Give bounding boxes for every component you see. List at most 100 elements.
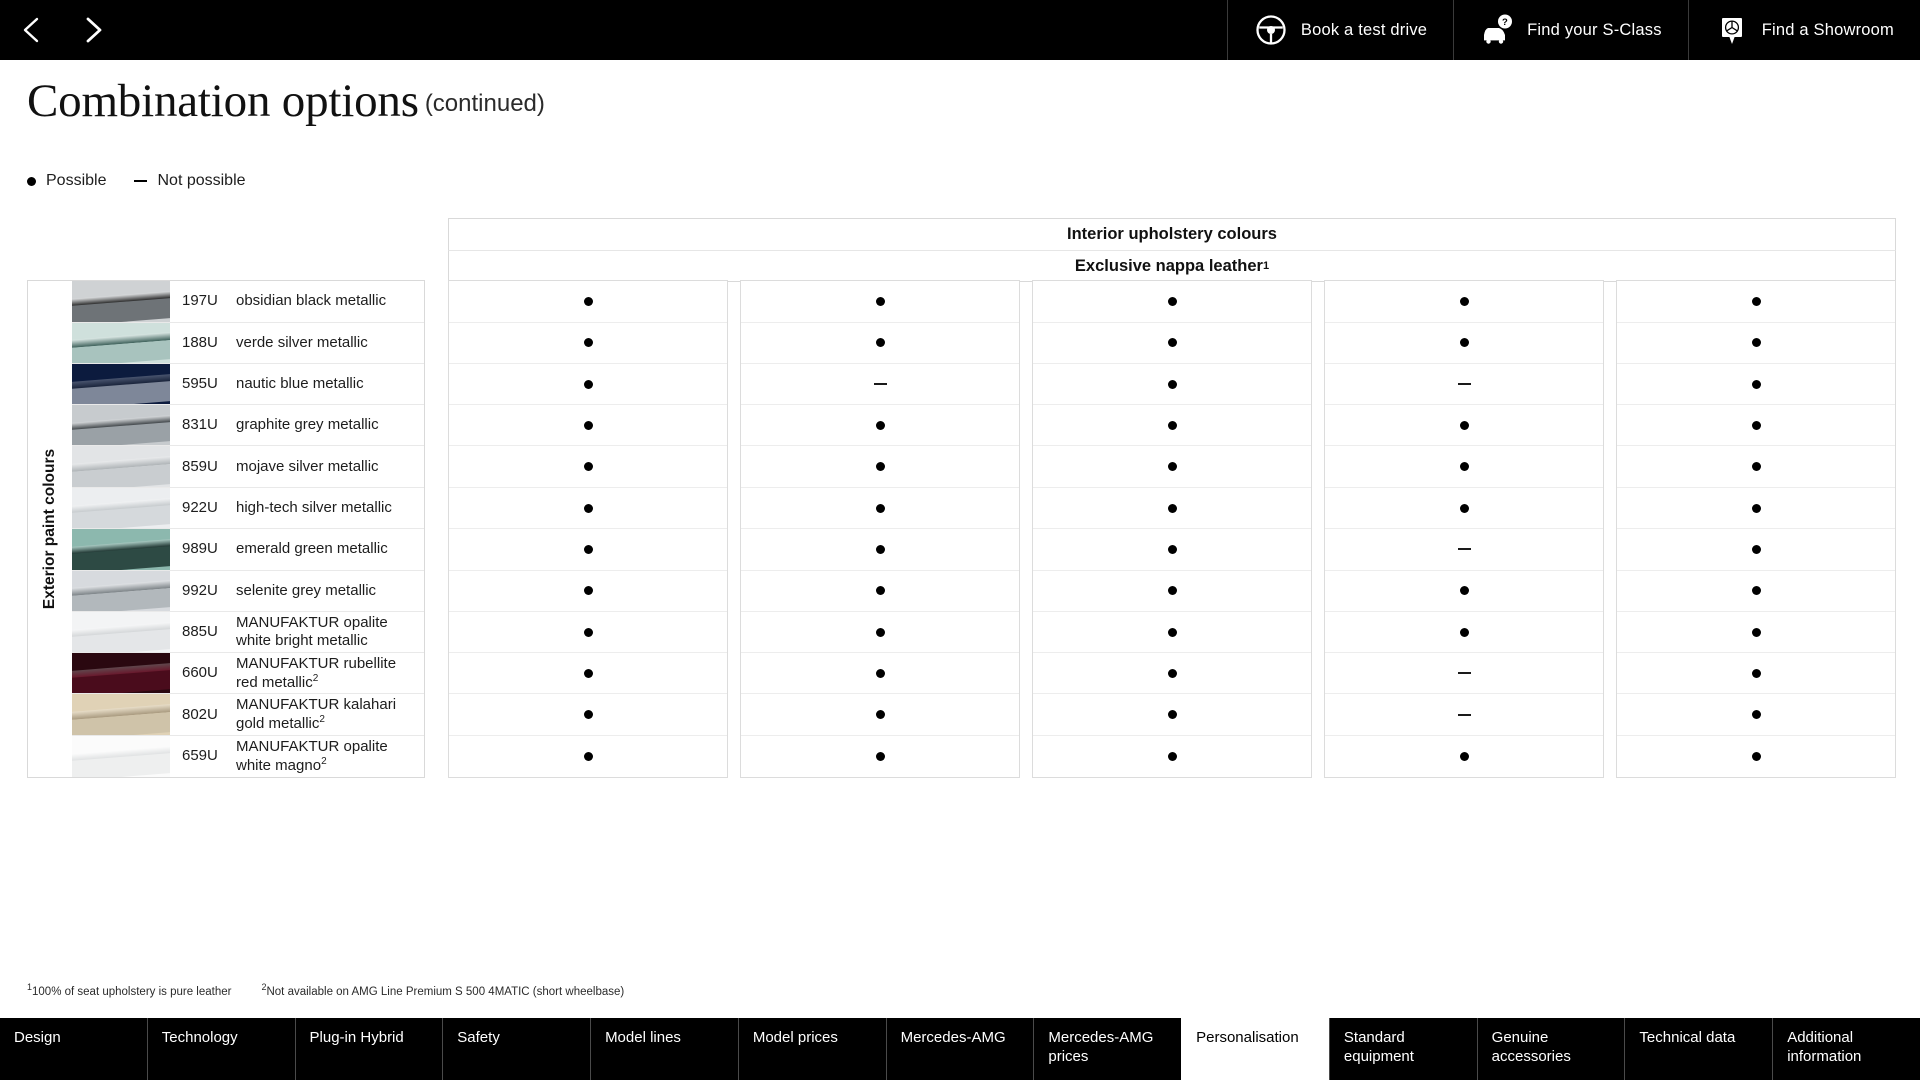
- compatibility-matrix: [448, 280, 1896, 778]
- possible-dot-icon: [1751, 544, 1761, 554]
- exterior-paint-code: 885U: [182, 622, 218, 640]
- possible-dot-icon: [1459, 338, 1469, 348]
- matrix-cell: [741, 571, 1019, 612]
- matrix-cell: [741, 529, 1019, 571]
- matrix-column: [1032, 280, 1312, 778]
- possible-dot-icon: [875, 668, 885, 678]
- possible-dot-icon: [1459, 586, 1469, 596]
- page-title: Combination options (continued): [27, 74, 545, 128]
- possible-dot-icon: [583, 752, 593, 762]
- possible-dot-icon: [1459, 420, 1469, 430]
- tab-safety[interactable]: Safety: [442, 1018, 590, 1080]
- exterior-paint-code: 659U: [182, 747, 218, 765]
- matrix-column: [740, 280, 1020, 778]
- page-title-continued: (continued): [424, 90, 545, 117]
- exterior-paint-row: 992U selenite grey metallic: [72, 570, 424, 612]
- find-your-s-class-button[interactable]: ? Find your S-Class: [1453, 0, 1688, 60]
- legend-possible-label: Possible: [46, 172, 107, 189]
- tab-personalisation[interactable]: Personalisation: [1181, 1018, 1329, 1080]
- possible-dot-icon: [1167, 668, 1177, 678]
- tab-model-lines[interactable]: Model lines: [590, 1018, 738, 1080]
- exterior-paint-code: 595U: [182, 374, 218, 392]
- exterior-paint-label: MANUFAKTUR rubellite red metallic2: [236, 654, 397, 691]
- matrix-cell: [1617, 612, 1895, 654]
- interior-subheading-label: Exclusive nappa leather: [1074, 256, 1263, 275]
- exterior-axis-label-text: Exterior paint colours: [41, 448, 59, 610]
- matrix-cell: [1617, 736, 1895, 777]
- exterior-paint-swatch: [72, 694, 170, 736]
- matrix-cell: [741, 653, 1019, 695]
- tab-design[interactable]: Design: [0, 1018, 147, 1080]
- possible-dot-icon: [875, 503, 885, 513]
- possible-dot-icon: [1167, 627, 1177, 637]
- exterior-paint-swatch: [72, 446, 170, 488]
- matrix-cell: [1325, 694, 1603, 737]
- possible-dot-icon: [1167, 379, 1177, 389]
- matrix-cell: [1325, 571, 1603, 612]
- possible-dot-icon: [583, 627, 593, 637]
- exterior-paint-label: selenite grey metallic: [236, 581, 377, 599]
- find-showroom-button[interactable]: Find a Showroom: [1687, 0, 1920, 60]
- possible-dot-icon: [1459, 627, 1469, 637]
- possible-dot-icon: [583, 503, 593, 513]
- matrix-cell: [741, 612, 1019, 654]
- matrix-cell: [1033, 323, 1311, 364]
- possible-dot-icon: [1459, 462, 1469, 472]
- possible-dot-icon: [1167, 338, 1177, 348]
- matrix-cell: [449, 694, 727, 737]
- exterior-paint-label: verde silver metallic: [236, 333, 368, 351]
- matrix-cell: [1617, 694, 1895, 737]
- exterior-axis-label: Exterior paint colours: [28, 281, 72, 777]
- tab-technical-data[interactable]: Technical data: [1624, 1018, 1772, 1080]
- matrix-cell: [1033, 694, 1311, 737]
- matrix-cell: [741, 736, 1019, 777]
- book-test-drive-button[interactable]: Book a test drive: [1226, 0, 1453, 60]
- combination-options-table: Interior upholstery colours Exclusive na…: [0, 210, 1920, 970]
- page-title-main: Combination options: [27, 75, 419, 127]
- tab-plug-in-hybrid[interactable]: Plug-in Hybrid: [294, 1018, 443, 1080]
- possible-dot-icon: [1167, 586, 1177, 596]
- not-possible-dash-icon: [1457, 548, 1471, 551]
- possible-dot-icon: [1167, 503, 1177, 513]
- tab-additional-information[interactable]: Additional information: [1772, 1018, 1920, 1080]
- not-possible-dash-icon: [873, 383, 887, 386]
- exterior-paint-swatch: [72, 322, 170, 363]
- exterior-paint-label: MANUFAKTUR opalite white magno2: [236, 737, 388, 775]
- exterior-paint-name: 188U verde silver metallic: [170, 323, 424, 363]
- possible-dot-icon: [1751, 710, 1761, 720]
- matrix-cell: [1033, 736, 1311, 777]
- exterior-paint-name: 992U selenite grey metallic: [170, 571, 424, 611]
- prev-page-button[interactable]: [0, 0, 62, 60]
- tab-model-prices[interactable]: Model prices: [737, 1018, 886, 1080]
- tab-genuine-accessories[interactable]: Genuine accessories: [1476, 1018, 1625, 1080]
- matrix-cell: [449, 529, 727, 571]
- exterior-paint-name: 659U MANUFAKTUR opalite white magno2: [170, 736, 424, 777]
- exterior-paint-row: 922U high-tech silver metallic: [72, 488, 424, 529]
- legend: Possible Not possible: [27, 172, 246, 190]
- possible-dot-icon: [583, 710, 593, 720]
- tab-mercedes-amg[interactable]: Mercedes-AMG: [885, 1018, 1034, 1080]
- matrix-cell: [1325, 281, 1603, 323]
- matrix-cell: [1325, 405, 1603, 447]
- tab-mercedes-amg-prices[interactable]: Mercedes-AMG prices: [1033, 1018, 1181, 1080]
- possible-dot-icon: [875, 627, 885, 637]
- footnote: 2Not available on AMG Line Premium S 500…: [261, 982, 624, 998]
- matrix-cell: [1033, 405, 1311, 447]
- possible-dot-icon: [1751, 752, 1761, 762]
- matrix-cell: [1325, 736, 1603, 777]
- exterior-paint-label: emerald green metallic: [236, 540, 388, 558]
- matrix-cell: [449, 736, 727, 777]
- matrix-cell: [1033, 571, 1311, 612]
- find-showroom-label: Find a Showroom: [1761, 20, 1894, 39]
- exterior-paint-label: mojave silver metallic: [236, 457, 379, 475]
- possible-dot-icon: [1167, 296, 1177, 306]
- next-page-button[interactable]: [62, 0, 124, 60]
- exterior-paint-code: 660U: [182, 664, 218, 682]
- matrix-cell: [449, 281, 727, 323]
- svg-text:?: ?: [1502, 17, 1508, 28]
- tab-technology[interactable]: Technology: [146, 1018, 295, 1080]
- tab-standard-equipment[interactable]: Standard equipment: [1328, 1018, 1477, 1080]
- exterior-paint-label: high-tech silver metallic: [236, 498, 392, 516]
- interior-heading: Interior upholstery colours: [448, 218, 1896, 250]
- matrix-cell: [1033, 446, 1311, 489]
